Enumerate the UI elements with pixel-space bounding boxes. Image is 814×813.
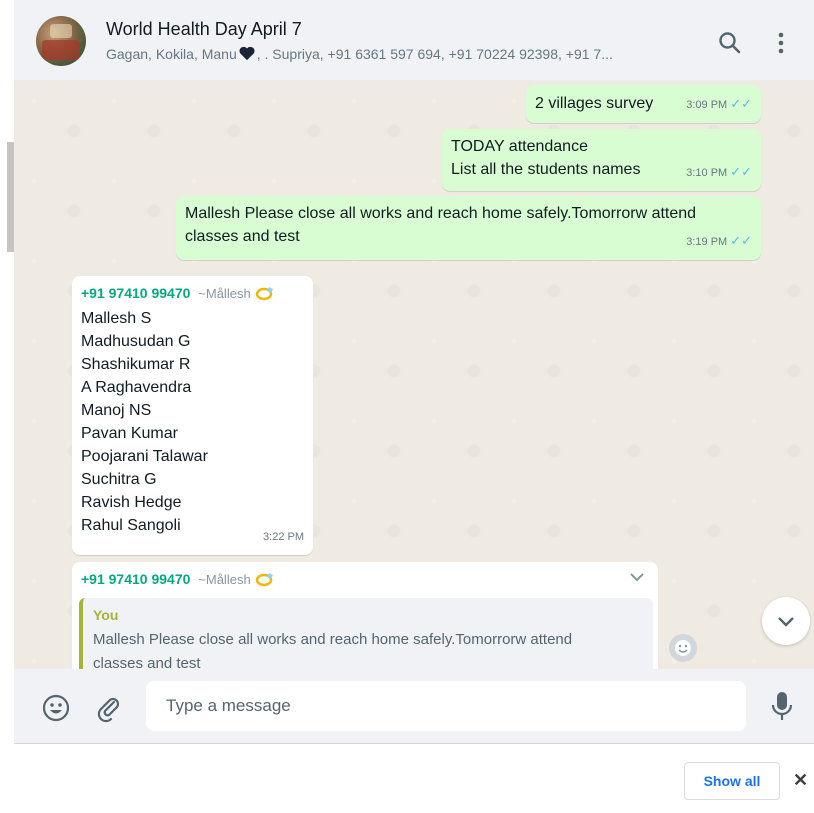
message-line: classes and test <box>185 228 300 245</box>
search-icon[interactable] <box>717 30 743 56</box>
scroll-down-button[interactable] <box>762 597 810 645</box>
message-list[interactable]: 2 villages survey 3:09 PM ✓✓ TODAY attend… <box>14 81 814 669</box>
message-sender[interactable]: +91 97410 99470 ~Mållesh <box>81 568 649 591</box>
reaction-emoji-icon[interactable] <box>669 634 697 662</box>
quote-author: You <box>93 607 119 623</box>
group-avatar[interactable] <box>36 16 86 66</box>
message-time: 3:09 PM <box>686 99 728 111</box>
chevron-down-icon[interactable] <box>628 568 646 582</box>
members-text-end: , . Supriya, +91 6361 597 694, +91 70224… <box>256 46 613 62</box>
sender-phone: +91 97410 99470 <box>81 571 191 587</box>
quote-text: Mallesh Please close all works and reach… <box>93 631 573 648</box>
message-meta: 3:10 PM ✓✓ <box>686 160 752 185</box>
read-ticks-icon: ✓✓ <box>730 164 752 179</box>
heart-icon <box>237 46 257 62</box>
show-all-button[interactable]: Show all <box>684 762 780 800</box>
message-time: 3:19 PM <box>686 236 728 248</box>
message-sender[interactable]: +91 97410 99470 ~Mållesh <box>81 282 304 305</box>
quoted-message[interactable]: You Mallesh Please close all works and r… <box>79 598 653 669</box>
message-outgoing[interactable]: TODAY attendance List all the students n… <box>442 129 761 191</box>
message-outgoing[interactable]: 2 villages survey 3:09 PM ✓✓ <box>526 85 761 123</box>
chat-header[interactable]: World Health Day April 7 Gagan, Kokila, … <box>14 0 814 81</box>
list-item: Pavan Kumar <box>81 425 178 442</box>
message-incoming[interactable]: +91 97410 99470 ~Mållesh Mallesh S Madhu… <box>72 276 313 555</box>
chevron-down-icon <box>778 617 794 627</box>
members-text-start: Gagan, Kokila, Manu <box>106 46 237 62</box>
read-ticks-icon: ✓✓ <box>730 96 752 111</box>
message-line: Mallesh Please close all works and reach… <box>185 205 697 222</box>
list-item: Mallesh S <box>81 310 152 327</box>
chat-members[interactable]: Gagan, Kokila, Manu , . Supriya, +91 636… <box>106 46 686 62</box>
message-time: 3:10 PM <box>686 167 728 179</box>
list-item: A Raghavendra <box>81 379 192 396</box>
chat-title[interactable]: World Health Day April 7 <box>106 19 302 40</box>
message-input[interactable] <box>146 681 746 731</box>
scrollbar-thumb[interactable] <box>7 142 14 252</box>
list-item: Ravish Hedge <box>81 494 182 511</box>
ring-emoji-icon <box>255 571 277 587</box>
menu-dots-icon[interactable] <box>771 30 791 56</box>
paperclip-icon[interactable] <box>94 693 124 723</box>
list-item: Shashikumar R <box>81 356 191 373</box>
message-outgoing[interactable]: Mallesh Please close all works and reach… <box>176 196 761 260</box>
message-time: 3:22 PM <box>263 531 304 543</box>
emoji-icon[interactable] <box>41 693 71 723</box>
message-text: 2 villages survey <box>535 95 654 112</box>
close-icon[interactable]: ✕ <box>793 770 808 791</box>
list-item: Suchitra G <box>81 471 157 488</box>
message-incoming[interactable]: +91 97410 99470 ~Mållesh You Mallesh Ple… <box>72 562 658 669</box>
sender-alias: ~Mållesh <box>198 572 251 587</box>
ring-emoji-icon <box>255 285 277 301</box>
microphone-icon[interactable] <box>770 690 794 722</box>
list-item: Madhusudan G <box>81 333 191 350</box>
compose-bar <box>14 669 814 744</box>
list-item: Manoj NS <box>81 402 152 419</box>
message-line: TODAY attendance <box>451 138 588 155</box>
read-ticks-icon: ✓✓ <box>730 233 752 248</box>
list-item: Poojarani Talawar <box>81 448 208 465</box>
sender-phone: +91 97410 99470 <box>81 285 191 301</box>
message-meta: 3:09 PM ✓✓ <box>686 92 752 117</box>
message-meta: 3:19 PM ✓✓ <box>686 229 752 254</box>
quote-text: classes and test <box>93 655 201 669</box>
names-list: Mallesh S Madhusudan G Shashikumar R A R… <box>81 307 304 537</box>
sender-alias: ~Mållesh <box>198 286 251 301</box>
